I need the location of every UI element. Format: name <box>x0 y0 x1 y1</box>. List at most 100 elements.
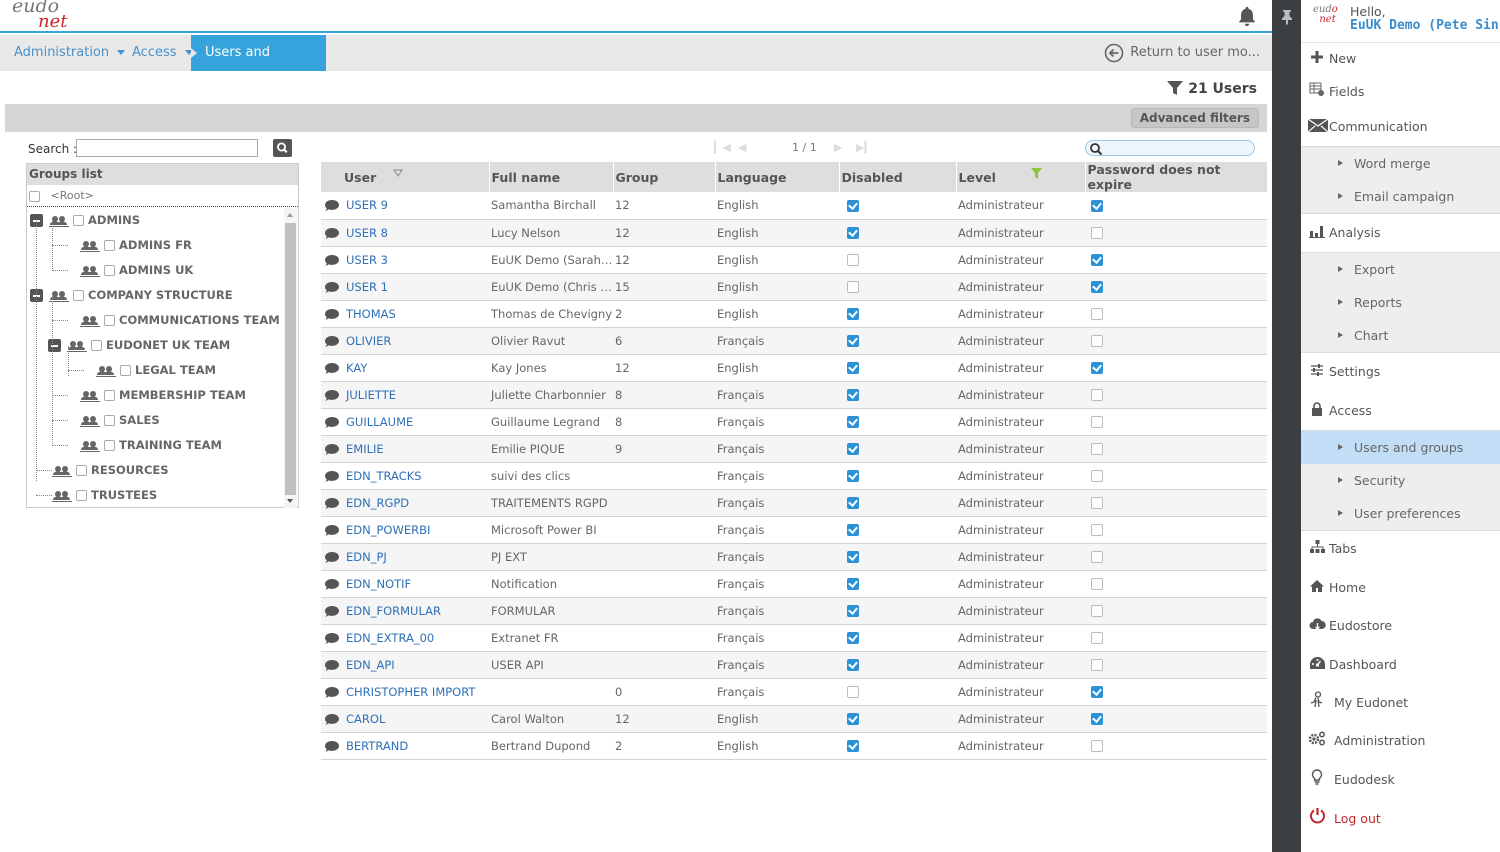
cell-user[interactable]: JULIETTE <box>321 381 489 409</box>
disabled-checkbox[interactable] <box>847 308 859 320</box>
advanced-filters-button[interactable]: Advanced filters <box>1130 108 1259 128</box>
breadcrumb-access[interactable]: Access <box>132 35 193 71</box>
menu-item-communication[interactable]: Communication <box>1301 109 1500 145</box>
tree-node[interactable]: ADMINS UK <box>80 258 193 283</box>
disabled-checkbox[interactable] <box>847 497 859 509</box>
group-search-input[interactable] <box>76 139 258 157</box>
comment-icon[interactable] <box>324 199 340 212</box>
group-checkbox[interactable] <box>104 265 115 276</box>
collapse-icon[interactable] <box>48 339 61 352</box>
column-header-level[interactable]: Level <box>955 162 1085 192</box>
group-checkbox[interactable] <box>73 290 84 301</box>
comment-icon[interactable] <box>324 632 340 645</box>
table-row[interactable]: OLIVIER Olivier Ravut 6 Français Administrat… <box>321 327 1267 355</box>
disabled-checkbox[interactable] <box>847 524 859 536</box>
password-no-expire-checkbox[interactable] <box>1091 470 1103 482</box>
last-page-icon[interactable]: ▶▎ <box>856 141 873 154</box>
comment-icon[interactable] <box>324 497 340 510</box>
comment-icon[interactable] <box>324 551 340 564</box>
disabled-checkbox[interactable] <box>847 199 859 212</box>
password-no-expire-checkbox[interactable] <box>1091 686 1103 698</box>
menu-item-dashboard[interactable]: Dashboard <box>1301 647 1500 683</box>
menu-item-access[interactable]: Access <box>1301 393 1500 429</box>
comment-icon[interactable] <box>324 470 340 483</box>
password-no-expire-checkbox[interactable] <box>1091 605 1103 617</box>
table-row[interactable]: USER 3 EuUK Demo (Sarah ... 12 English Admin… <box>321 246 1267 274</box>
breadcrumb-users-and-groups[interactable]: Users and groups <box>191 35 326 96</box>
tree-node[interactable]: EUDONET UK TEAM <box>48 333 230 358</box>
user-link[interactable]: GUILLAUME <box>346 415 413 429</box>
scroll-down-icon[interactable] <box>287 499 293 503</box>
password-no-expire-checkbox[interactable] <box>1091 578 1103 590</box>
user-link[interactable]: USER 9 <box>346 198 388 212</box>
quick-search-input[interactable] <box>1085 140 1255 156</box>
submenu-item-security[interactable]: Security <box>1301 464 1500 497</box>
user-link[interactable]: EDN_RGPD <box>346 496 409 510</box>
cell-user[interactable]: EDN_API <box>321 651 489 679</box>
cell-user[interactable]: THOMAS <box>321 300 489 328</box>
table-row[interactable]: KAY Kay Jones 12 English Administrateur <box>321 354 1267 382</box>
pin-icon[interactable] <box>1281 9 1293 25</box>
group-checkbox[interactable] <box>104 240 115 251</box>
password-no-expire-checkbox[interactable] <box>1091 659 1103 671</box>
table-row[interactable]: EDN_API USER API Français Administrateur <box>321 651 1267 679</box>
return-to-user-mode-button[interactable]: Return to user mo... <box>1104 35 1260 71</box>
column-header-user[interactable]: User <box>321 162 489 192</box>
cell-user[interactable]: USER 1 <box>321 273 489 301</box>
password-no-expire-checkbox[interactable] <box>1091 335 1103 347</box>
scroll-thumb[interactable] <box>285 223 296 495</box>
password-no-expire-checkbox[interactable] <box>1091 740 1103 752</box>
group-search-button[interactable] <box>273 139 292 157</box>
user-link[interactable]: KAY <box>346 361 367 375</box>
disabled-checkbox[interactable] <box>847 605 859 617</box>
password-no-expire-checkbox[interactable] <box>1091 281 1103 293</box>
menu-item-fields[interactable]: Fields <box>1301 74 1500 110</box>
disabled-checkbox[interactable] <box>847 416 859 428</box>
table-row[interactable]: CHRISTOPHER IMPORT 0 Français Administrateu… <box>321 678 1267 706</box>
password-no-expire-checkbox[interactable] <box>1091 524 1103 536</box>
password-no-expire-checkbox[interactable] <box>1091 551 1103 563</box>
user-link[interactable]: EDN_EXTRA_00 <box>346 631 434 645</box>
menu-item-new[interactable]: New <box>1301 41 1500 77</box>
tree-node[interactable]: SALES <box>80 408 160 433</box>
menu-item-settings[interactable]: Settings <box>1301 354 1500 390</box>
comment-icon[interactable] <box>324 740 340 753</box>
column-header-password-does-not-expire[interactable]: Password does not expire <box>1084 162 1267 192</box>
cell-user[interactable]: CAROL <box>321 705 489 733</box>
tree-node[interactable]: RESOURCES <box>52 458 169 483</box>
tree-node[interactable]: ADMINS <box>30 208 140 233</box>
tree-node[interactable]: LEGAL TEAM <box>96 358 216 383</box>
disabled-checkbox[interactable] <box>847 470 859 482</box>
cell-user[interactable]: CHRISTOPHER IMPORT <box>321 678 489 706</box>
user-link[interactable]: CHRISTOPHER IMPORT <box>346 685 475 699</box>
column-header-full-name[interactable]: Full name <box>488 162 613 192</box>
user-link[interactable]: THOMAS <box>346 307 396 321</box>
password-no-expire-checkbox[interactable] <box>1091 632 1103 644</box>
password-no-expire-checkbox[interactable] <box>1091 416 1103 428</box>
groups-scrollbar[interactable] <box>284 208 297 508</box>
cell-user[interactable]: EDN_EXTRA_00 <box>321 624 489 652</box>
disabled-checkbox[interactable] <box>847 713 859 725</box>
eudonet-logo[interactable]: eudo net <box>12 0 67 31</box>
cell-user[interactable]: BERTRAND <box>321 732 489 760</box>
cell-user[interactable]: EDN_NOTIF <box>321 570 489 598</box>
submenu-item-chart[interactable]: Chart <box>1301 319 1500 352</box>
comment-icon[interactable] <box>324 713 340 726</box>
cell-user[interactable]: USER 3 <box>321 246 489 274</box>
password-no-expire-checkbox[interactable] <box>1091 308 1103 320</box>
table-row[interactable]: GUILLAUME Guillaume Legrand 8 Français Admin… <box>321 408 1267 436</box>
cell-user[interactable]: OLIVIER <box>321 327 489 355</box>
comment-icon[interactable] <box>324 686 340 699</box>
comment-icon[interactable] <box>324 659 340 672</box>
comment-icon[interactable] <box>324 578 340 591</box>
active-filter-icon[interactable] <box>1030 168 1042 179</box>
table-row[interactable]: JULIETTE Juliette Charbonnier 8 Français Adm… <box>321 381 1267 409</box>
tree-node[interactable]: COMMUNICATIONS TEAM <box>80 308 280 333</box>
menu-item-my-eudonet[interactable]: My Eudonet <box>1301 685 1500 721</box>
tree-root[interactable]: <Root> <box>27 185 298 207</box>
cell-user[interactable]: GUILLAUME <box>321 408 489 436</box>
disabled-checkbox[interactable] <box>847 740 859 752</box>
table-row[interactable]: EDN_EXTRA_00 Extranet FR Français Administr… <box>321 624 1267 652</box>
root-checkbox[interactable] <box>29 190 40 202</box>
menu-item-eudodesk[interactable]: Eudodesk <box>1301 762 1500 798</box>
